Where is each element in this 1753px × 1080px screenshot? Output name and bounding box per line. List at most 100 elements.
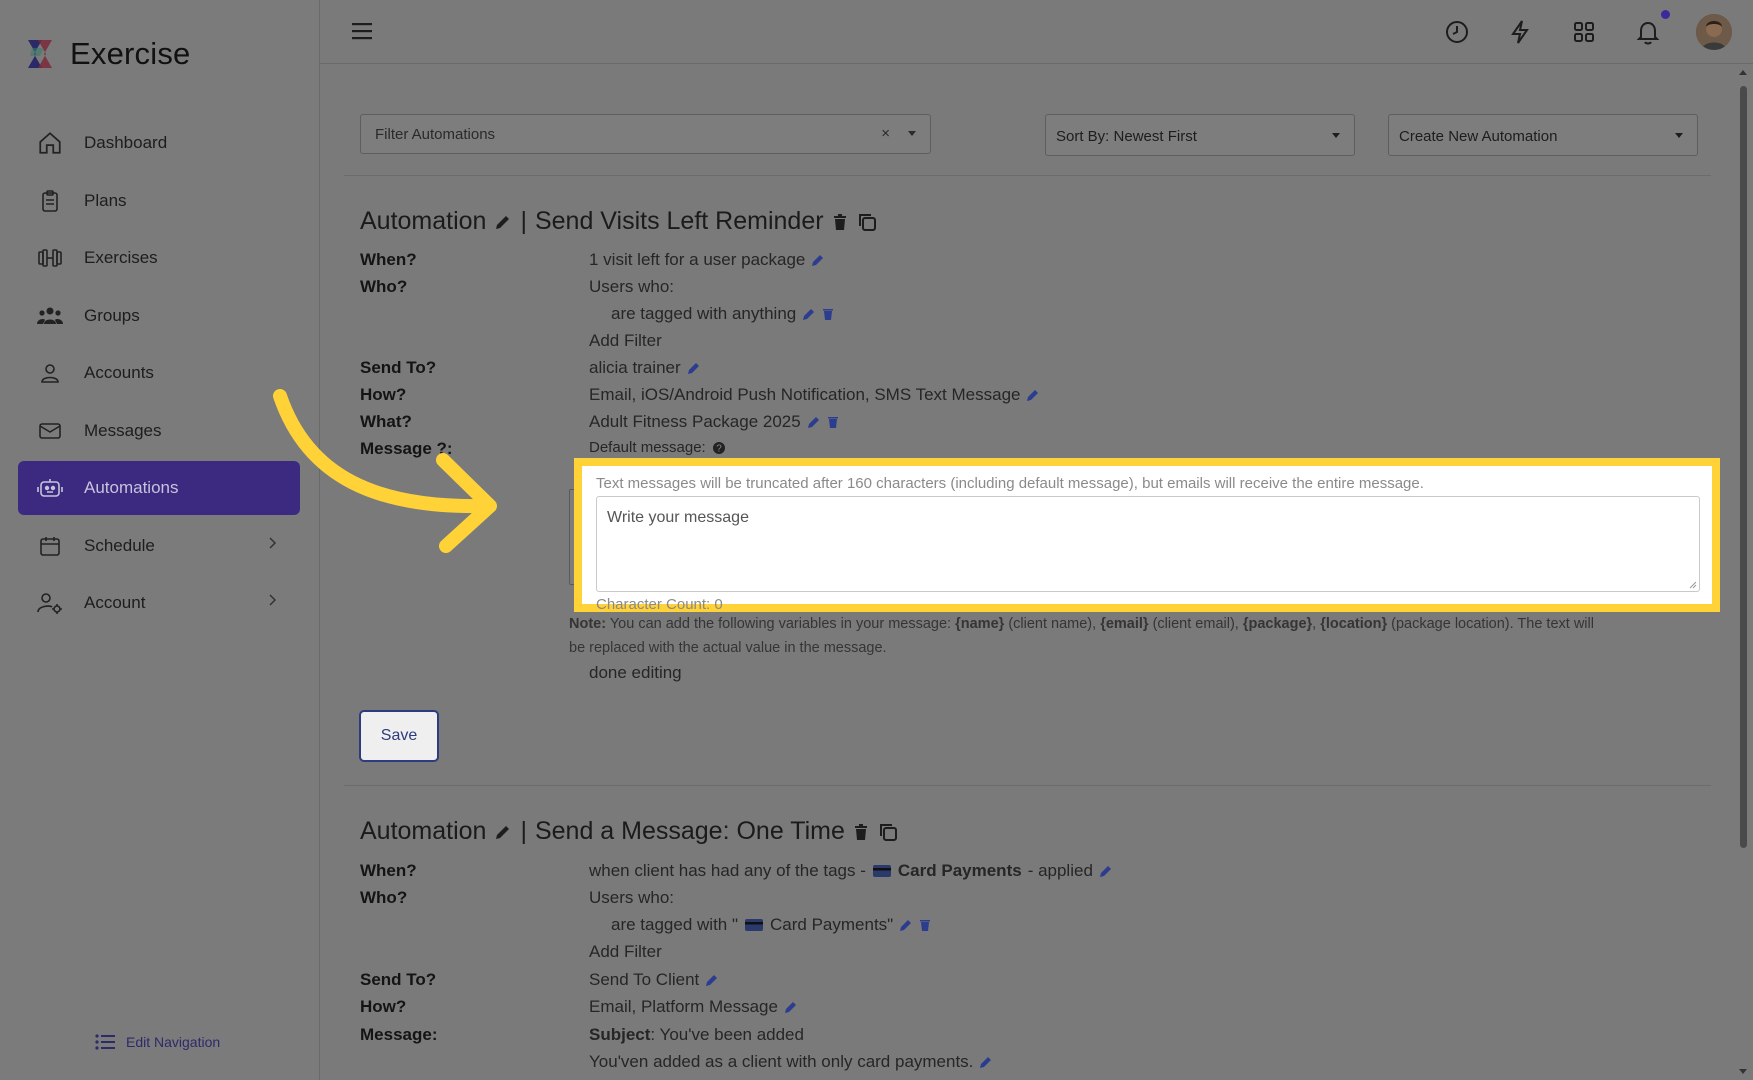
sidebar-item-schedule[interactable]: Schedule [18,519,300,573]
when-text-post: - applied [1027,861,1093,880]
var-package: {package} [1242,616,1313,632]
sort-value: Sort By: Newest First [1056,128,1197,145]
trash-icon[interactable] [822,307,834,321]
pencil-icon[interactable] [979,1055,993,1069]
send-to-row: Send To? Send To Client [360,970,1700,996]
save-button[interactable]: Save [359,710,439,762]
divider [344,175,1711,176]
user-icon [36,359,64,387]
who-row: Who? Users who: [360,277,1700,303]
filter-automations-input[interactable]: Filter Automations × [360,114,931,154]
trash-icon[interactable] [919,918,931,932]
pencil-icon[interactable] [1026,388,1040,402]
sidebar-item-accounts[interactable]: Accounts [18,346,300,400]
pencil-icon[interactable] [1099,864,1113,878]
pencil-icon[interactable] [899,918,913,932]
lightning-icon[interactable] [1506,18,1534,46]
sidebar-item-groups[interactable]: Groups [18,289,300,343]
subject-label: Subject [589,1025,651,1044]
note-text-2: be replaced with the actual value in the… [569,640,887,656]
automation-title: Automation | Send Visits Left Reminder [360,207,878,236]
trash-icon[interactable] [827,415,839,429]
send-to-text: alicia trainer [589,358,681,377]
pencil-icon[interactable] [494,823,512,841]
scroll-down-icon[interactable] [1733,1064,1753,1078]
automation-title: Automation | Send a Message: One Time [360,817,899,846]
edit-navigation-button[interactable]: Edit Navigation [94,1032,220,1052]
how-row: How? Email, Platform Message [360,997,1700,1023]
brand[interactable]: Exercise [22,36,190,72]
credit-card-icon [872,865,891,877]
when-row: When? when client has had any of the tag… [360,861,1700,887]
when-value: 1 visit left for a user package [589,250,825,270]
menu-icon[interactable] [350,20,374,42]
main-scrollbar[interactable] [1733,64,1753,1080]
done-editing-row: done editing [360,663,1700,689]
done-editing-link[interactable]: done editing [589,663,682,683]
when-label: When? [360,861,417,880]
automation-label: Automation [360,817,487,845]
sidebar-item-plans[interactable]: Plans [18,174,300,228]
sidebar-item-label: Messages [84,420,162,440]
sidebar-item-exercises[interactable]: Exercises [18,231,300,285]
filter-placeholder: Filter Automations [375,126,496,143]
sidebar-item-automations[interactable]: Automations [18,461,300,515]
sidebar-item-account[interactable]: Account [18,576,300,630]
sidebar-nav: Dashboard Plans Exercises Groups Account… [18,116,300,634]
pencil-icon[interactable] [687,361,701,375]
clock-icon[interactable] [1443,18,1471,46]
caret-down-icon [1332,133,1340,138]
how-value: Email, Platform Message [589,997,798,1017]
create-value: Create New Automation [1399,128,1558,145]
clear-filter-icon[interactable]: × [881,125,890,142]
credit-card-icon [745,919,764,931]
sidebar-item-label: Schedule [84,535,155,555]
edit-navigation-label: Edit Navigation [126,1034,221,1050]
caret-down-icon[interactable] [908,131,916,136]
duplicate-icon[interactable] [877,821,899,843]
sidebar-item-label: Dashboard [84,133,168,152]
app-logo-icon [28,40,52,68]
trash-icon[interactable] [853,823,869,841]
sidebar-item-messages[interactable]: Messages [18,404,300,458]
resize-handle-icon[interactable] [1687,579,1697,589]
send-to-value: Send To Client [589,970,719,990]
create-automation-select[interactable]: Create New Automation [1388,114,1698,156]
add-filter-link[interactable]: Add Filter [589,942,662,962]
who-filter-tag: Card Payments" [770,915,894,934]
scroll-up-icon[interactable] [1733,66,1753,80]
add-filter-link[interactable]: Add Filter [589,331,662,351]
message-textarea[interactable]: Write your message [596,496,1700,592]
pencil-icon[interactable] [705,973,719,987]
character-count: Character Count: 0 [596,596,723,613]
sidebar-item-label: Accounts [84,363,154,382]
duplicate-icon[interactable] [856,211,878,233]
how-row: How? Email, iOS/Android Push Notificatio… [360,385,1700,411]
apps-grid-icon[interactable] [1570,18,1598,46]
pencil-icon[interactable] [811,253,825,267]
svg-text:?: ? [716,443,722,454]
default-message: Default message: ? [589,439,726,456]
how-value: Email, iOS/Android Push Notification, SM… [589,385,1040,405]
scrollbar-thumb[interactable] [1740,86,1747,848]
bell-icon[interactable] [1634,18,1662,46]
who-filter-text: are tagged with " [611,915,739,934]
send-to-row: Send To? alicia trainer [360,358,1700,384]
pencil-icon[interactable] [807,415,821,429]
who-label: Who? [360,277,408,296]
sidebar-item-label: Groups [84,305,140,325]
sort-select[interactable]: Sort By: Newest First [1045,114,1355,156]
pencil-icon[interactable] [802,307,816,321]
help-icon[interactable]: ? [712,441,726,455]
avatar[interactable] [1696,14,1732,50]
pencil-icon[interactable] [784,1000,798,1014]
trash-icon[interactable] [832,213,848,231]
topbar [320,0,1753,64]
pencil-icon[interactable] [494,213,512,231]
how-text: Email, Platform Message [589,997,778,1016]
sidebar-item-dashboard[interactable]: Dashboard [18,116,300,170]
what-text: Adult Fitness Package 2025 [589,412,801,431]
highlighted-message-editor: Text messages will be truncated after 16… [574,458,1720,613]
title-separator: | [520,817,527,845]
who-filter-text: are tagged with anything [611,304,797,323]
